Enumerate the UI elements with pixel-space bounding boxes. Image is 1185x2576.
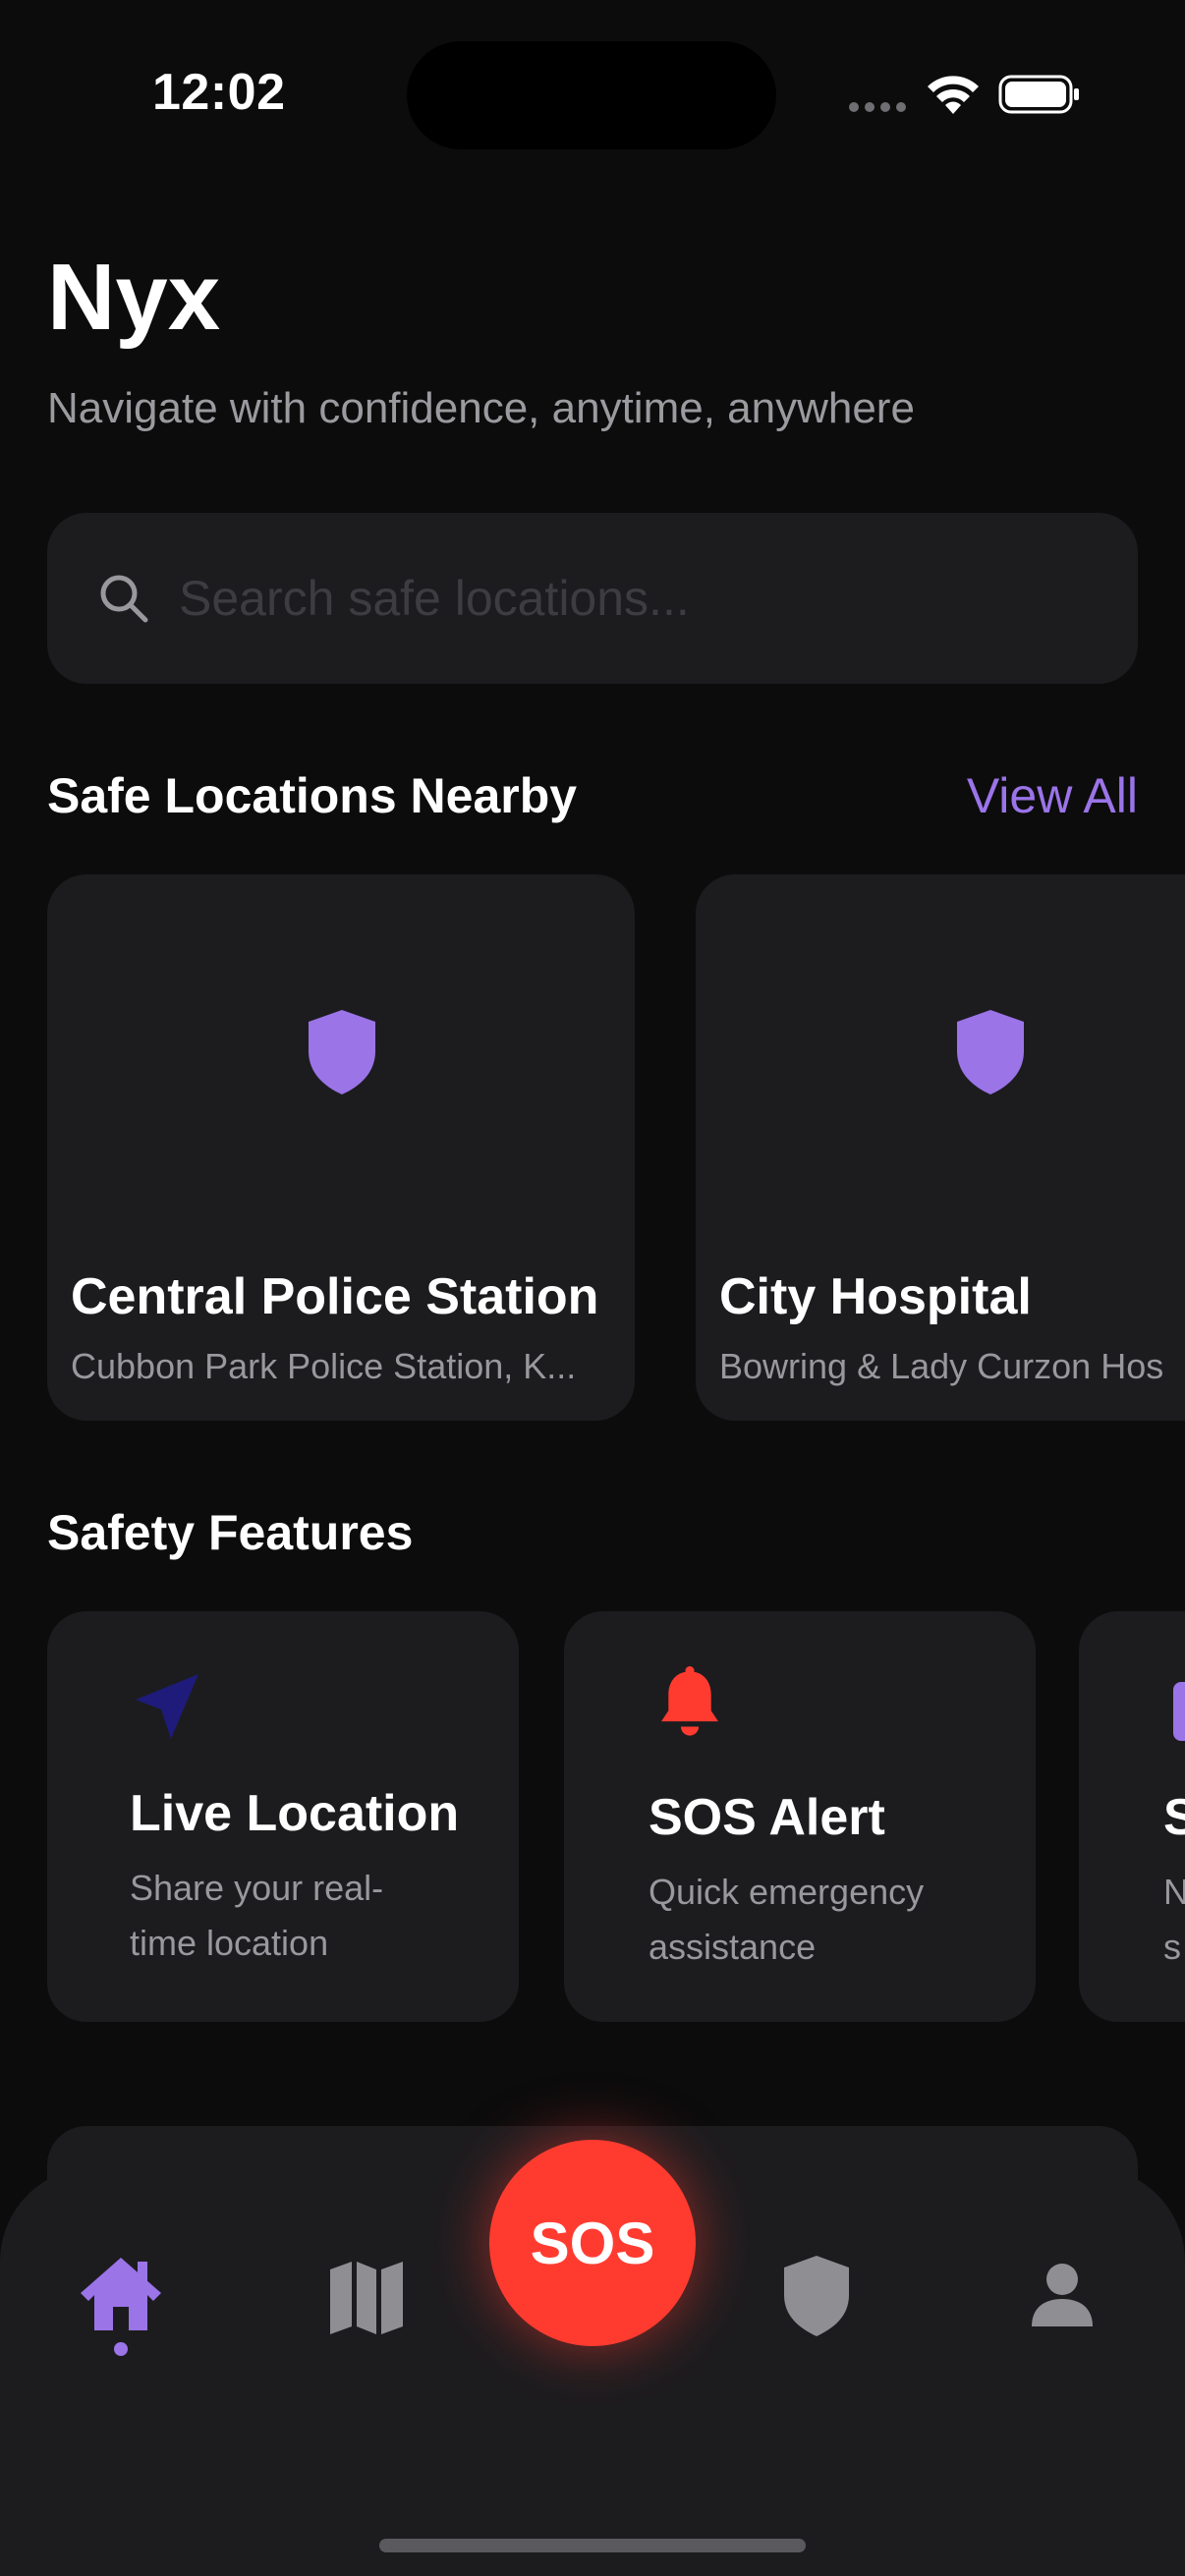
wifi-icon	[928, 76, 979, 114]
search-bar[interactable]	[47, 513, 1138, 684]
home-icon	[81, 2258, 161, 2330]
search-input[interactable]	[179, 513, 1138, 684]
status-bar: 12:02	[0, 0, 1185, 196]
bell-icon	[661, 1666, 718, 1736]
status-time: 12:02	[152, 64, 286, 121]
person-icon	[1032, 2264, 1093, 2326]
feature-card-partial[interactable]: S N s	[1079, 1611, 1185, 2022]
app-subtitle: Navigate with confidence, anytime, anywh…	[47, 384, 915, 432]
location-card[interactable]: City Hospital Bowring & Lady Curzon Hos	[696, 874, 1185, 1421]
home-indicator[interactable]	[379, 2539, 806, 2552]
feature-title: S	[1163, 1789, 1185, 1846]
location-name: Central Police Station	[71, 1268, 599, 1325]
feature-title: SOS Alert	[649, 1789, 885, 1846]
shield-icon	[309, 1010, 375, 1094]
app-title: Nyx	[47, 245, 221, 350]
tab-map[interactable]	[322, 2250, 411, 2338]
location-name: City Hospital	[719, 1268, 1032, 1325]
feature-description: Quick emergency assistance	[649, 1872, 925, 1967]
battery-icon	[998, 75, 1079, 114]
cellular-signal-icon	[849, 102, 906, 112]
view-all-link[interactable]: View All	[967, 766, 1138, 825]
feature-icon	[1173, 1682, 1185, 1741]
safety-features-title: Safety Features	[47, 1505, 414, 1560]
location-address: Cubbon Park Police Station, K...	[71, 1346, 577, 1386]
sos-button[interactable]: SOS	[489, 2140, 696, 2346]
feature-description: Share your real-time location	[130, 1868, 384, 1963]
location-address: Bowring & Lady Curzon Hos	[719, 1346, 1164, 1386]
map-icon	[330, 2262, 403, 2334]
feature-title: Live Location	[130, 1785, 460, 1842]
search-icon	[100, 575, 148, 623]
active-tab-indicator	[114, 2342, 128, 2356]
shield-icon	[957, 1010, 1024, 1094]
feature-card-live-location[interactable]: Live Location Share your real-time locat…	[47, 1611, 519, 2022]
feature-card-sos-alert[interactable]: SOS Alert Quick emergency assistance	[564, 1611, 1036, 2022]
safe-locations-title: Safe Locations Nearby	[47, 768, 578, 823]
dynamic-island	[407, 41, 776, 149]
navigation-arrow-icon	[136, 1674, 198, 1739]
tab-home[interactable]	[77, 2250, 165, 2338]
home-screen: 12:02 Nyx Navigate with confidence, anyt…	[0, 0, 1185, 2576]
location-card[interactable]: Central Police Station Cubbon Park Polic…	[47, 874, 635, 1421]
feature-description: N s	[1163, 1872, 1185, 1967]
tab-profile[interactable]	[1018, 2250, 1106, 2338]
shield-icon	[784, 2256, 849, 2336]
tab-safety[interactable]	[772, 2250, 861, 2338]
